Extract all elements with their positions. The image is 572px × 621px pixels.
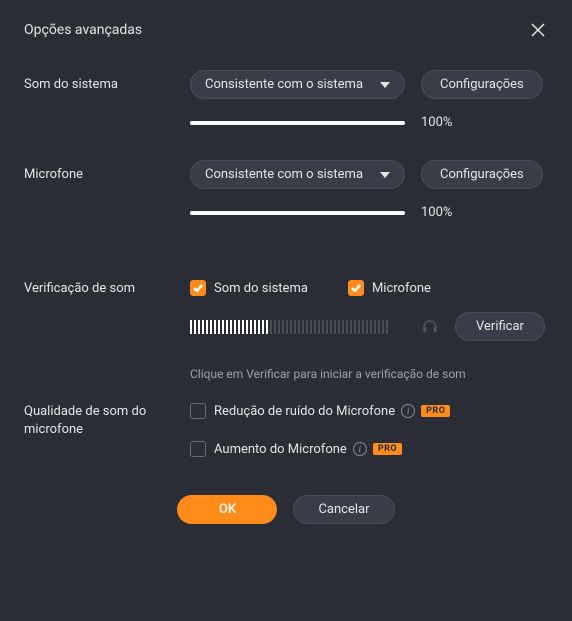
mic-boost-checkbox[interactable] [190,441,206,457]
noise-reduction-item: Redução de ruído do Microfone i PRO [190,403,548,419]
system-sound-checkbox[interactable] [190,280,206,296]
sound-check-hint: Clique em Verificar para iniciar a verif… [190,367,466,381]
dialog-footer: OK Cancelar [24,495,548,524]
pro-badge: PRO [421,405,450,417]
check-icon [193,284,203,292]
system-sound-label: Som do sistema [24,77,174,92]
microphone-volume-value: 100% [421,205,471,220]
chevron-down-icon [380,82,390,88]
system-sound-select[interactable]: Consistente com o sistema [190,70,405,99]
system-sound-row: Som do sistema Consistente com o sistema… [24,70,548,99]
system-sound-volume-value: 100% [421,115,471,130]
system-sound-volume-row: 100% [24,115,548,130]
close-icon [531,23,545,37]
system-sound-check-group: Som do sistema [190,280,308,296]
system-sound-slider-fill [190,121,405,125]
ok-button[interactable]: OK [177,495,277,524]
microphone-row: Microfone Consistente com o sistema Conf… [24,160,548,189]
microphone-checkbox-label: Microfone [372,281,431,296]
mic-quality-row: Qualidade de som do microfone Redução de… [24,403,548,457]
info-icon[interactable]: i [353,442,367,456]
verify-button[interactable]: Verificar [455,312,545,341]
system-sound-volume-slider[interactable] [190,121,405,125]
microphone-volume-row: 100% [24,205,548,220]
microphone-select[interactable]: Consistente com o sistema [190,160,405,189]
microphone-check-group: Microfone [348,280,431,296]
sound-check-label: Verificação de som [24,281,174,296]
check-icon [351,284,361,292]
microphone-slider-fill [190,211,405,215]
dialog-title: Opções avançadas [24,22,142,38]
mic-boost-item: Aumento do Microfone i PRO [190,441,548,457]
system-sound-settings-button[interactable]: Configurações [421,70,543,99]
level-meter-row: Verificar [24,312,548,341]
info-icon[interactable]: i [401,404,415,418]
sound-check-row: Verificação de som Som do sistema Microf… [24,280,548,296]
close-button[interactable] [528,20,548,40]
microphone-volume-slider[interactable] [190,211,405,215]
system-sound-checkbox-label: Som do sistema [214,281,308,296]
system-sound-select-value: Consistente com o sistema [205,77,363,92]
microphone-settings-button[interactable]: Configurações [421,160,543,189]
dialog-header: Opções avançadas [24,20,548,40]
noise-reduction-label: Redução de ruído do Microfone [214,404,395,419]
advanced-options-dialog: Opções avançadas Som do sistema Consiste… [0,0,572,621]
microphone-label: Microfone [24,167,174,182]
pro-badge: PRO [373,443,402,455]
microphone-select-value: Consistente com o sistema [205,167,363,182]
mic-quality-label: Qualidade de som do microfone [24,403,174,439]
headphone-icon [421,318,439,336]
audio-level-meter [190,320,405,334]
noise-reduction-checkbox[interactable] [190,403,206,419]
mic-boost-label: Aumento do Microfone [214,442,347,457]
cancel-button[interactable]: Cancelar [293,495,394,524]
microphone-checkbox[interactable] [348,280,364,296]
chevron-down-icon [380,172,390,178]
